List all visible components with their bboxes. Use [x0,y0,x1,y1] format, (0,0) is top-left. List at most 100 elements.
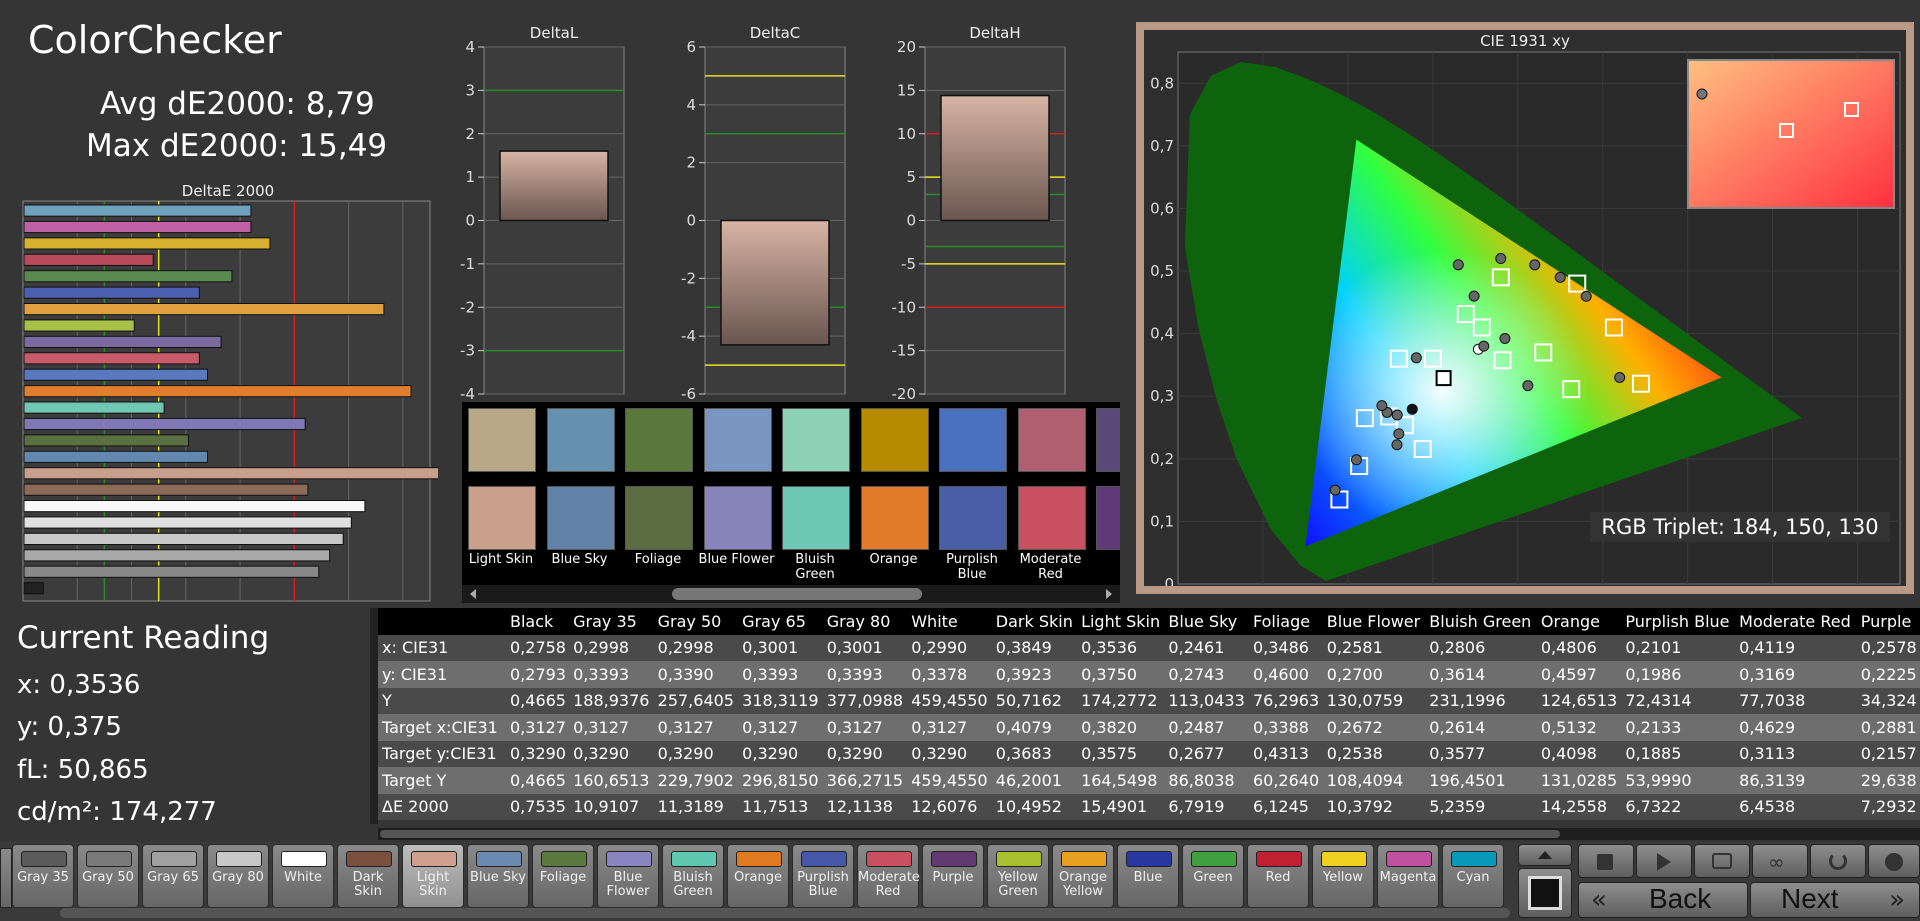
play-button[interactable] [1636,844,1692,878]
cie-measured-point [1468,290,1480,302]
table-cell: 0,4119 [1735,634,1857,661]
patch-button-blue-sky[interactable]: Blue Sky [467,844,529,908]
table-cell: 0,3393 [822,661,908,688]
stop-button[interactable] [1518,868,1572,918]
cie-measured-point [1393,428,1405,440]
patch-color-chip [21,851,67,867]
table-header-cell: White [907,608,992,635]
table-cell: 0,3923 [991,661,1078,688]
table-cell: 0,3169 [1735,661,1857,688]
avg-de2000: Avg dE2000: 8,79 [100,86,375,122]
table-cell: 77,7038 [1735,687,1857,714]
table-header-row: Black Gray 35 Gray 50 Gray 65 Gray 80 White Da… [378,608,1920,635]
table-row-label: Y [378,687,506,714]
table-cell: 0,4600 [1248,661,1323,688]
deltae-bar [23,286,200,299]
delta-tick-label: -15 [892,342,917,360]
patch-button-moderate-red[interactable]: Moderate Red [857,844,920,908]
patch-button-cyan[interactable]: Cyan [1442,844,1504,908]
back-chevron-icon: « [1591,885,1607,915]
patch-button-orange[interactable]: Orange [727,844,789,908]
patch-button-partial[interactable] [0,848,12,908]
cie-measured-point [1391,409,1403,421]
patch-color-chip [1386,851,1432,867]
scroll-right-icon[interactable] [1106,589,1112,599]
record-button[interactable] [1868,844,1920,878]
next-button[interactable]: Next » [1750,882,1920,918]
table-cell: 124,6513 [1536,687,1622,714]
cie-y-tick: 0,7 [1150,137,1174,155]
table-cell: 0,4079 [991,714,1078,741]
patch-button-gray-35[interactable]: Gray 35 [12,844,74,908]
reading-x: x: 0,3536 [17,670,141,700]
patch-button-gray-65[interactable]: Gray 65 [142,844,204,908]
scrollbar-thumb[interactable] [672,588,922,600]
delta-chart-deltah: DeltaH 20 15 10 5 0 -5 -10 -15 -20 [892,24,1066,400]
cie-measured-point [1499,332,1511,344]
delta-tick-label: -20 [892,385,917,400]
patch-button-white[interactable]: White [272,844,334,908]
cie-measured-point [1580,290,1592,302]
table-cell: 0,7535 [506,793,570,820]
square-icon [1597,854,1613,870]
table-cell: 130,0759 [1322,687,1426,714]
table-header-cell: Dark Skin [991,608,1078,635]
swatch-scrollbar[interactable] [462,585,1120,603]
table-cell: 0,3290 [653,740,739,767]
table-cell: 0,2881 [1856,714,1920,741]
delta-tick-label: -2 [681,269,696,287]
delta-tick-label: 5 [906,168,916,186]
table-cell: 188,9376 [569,687,654,714]
back-button[interactable]: « Back [1578,882,1748,918]
table-header-cell: Purplish Blue [1621,608,1736,635]
refresh-button[interactable] [1810,844,1866,878]
deltae-bar [23,270,233,283]
patch-button-orange-yellow[interactable]: Orange Yellow [1052,844,1114,908]
patch-button-yellow-green[interactable]: Yellow Green [987,844,1049,908]
read-button[interactable] [1694,844,1750,878]
patch-button-foliage[interactable]: Foliage [532,844,594,908]
table-cell: 0,3393 [738,661,823,688]
cie-y-tick: 0,6 [1150,199,1174,217]
patch-button-label: Bluish Green [673,870,713,899]
patch-button-yellow[interactable]: Yellow [1312,844,1374,908]
patch-button-light-skin[interactable]: Light Skin [402,844,464,908]
continuous-button[interactable]: ∞ [1752,844,1808,878]
patch-color-chip [281,851,327,867]
deltae-bar [23,352,200,365]
patch-button-label: Gray 80 [212,870,264,885]
patch-button-purple[interactable]: Purple [922,844,984,908]
patch-button-dark-skin[interactable]: Dark Skin [337,844,399,908]
table-header-cell: Light Skin [1077,608,1165,635]
delta-tick-label: -3 [460,342,475,360]
patch-button-red[interactable]: Red [1247,844,1309,908]
patch-button-bluish-green[interactable]: Bluish Green [662,844,724,908]
deltae-bar [23,434,190,447]
table-row: x: CIE31 0,2758 0,2998 0,2998 0,3001 0,3001 0,… [378,634,1920,661]
scroll-left-icon[interactable] [470,589,476,599]
patch-button-gray-80[interactable]: Gray 80 [207,844,269,908]
table-cell: 459,4550 [907,687,992,714]
table-header-cell: Bluish Green [1425,608,1537,635]
table-scrollbar-thumb[interactable] [380,830,1560,838]
patch-button-purplish-blue[interactable]: Purplish Blue [792,844,854,908]
patch-button-gray-50[interactable]: Gray 50 [77,844,139,908]
table-cell: 0,4098 [1536,740,1622,767]
scroll-up-button[interactable] [1518,844,1572,866]
patch-button-green[interactable]: Green [1182,844,1244,908]
table-row: Target x:CIE31 0,3127 0,3127 0,3127 0,3127 0,… [378,714,1920,741]
patch-color-chip [931,851,977,867]
table-cell: 0,3390 [653,661,739,688]
table-cell: 160,6513 [569,767,654,794]
delta-tick-label: 0 [906,212,916,230]
patch-button-magenta[interactable]: Magenta [1377,844,1439,908]
swatch-label: Orange [869,552,918,567]
patch-button-blue[interactable]: Blue [1117,844,1179,908]
table-cell: 0,2806 [1425,634,1537,661]
cie-y-tick: 0,2 [1150,450,1174,468]
stop-measure-button[interactable] [1578,844,1634,878]
patch-scrollbar[interactable] [60,908,1510,918]
max-de2000: Max dE2000: 15,49 [86,128,388,164]
patch-button-blue-flower[interactable]: Blue Flower [597,844,659,908]
table-scrollbar[interactable] [378,828,1920,840]
